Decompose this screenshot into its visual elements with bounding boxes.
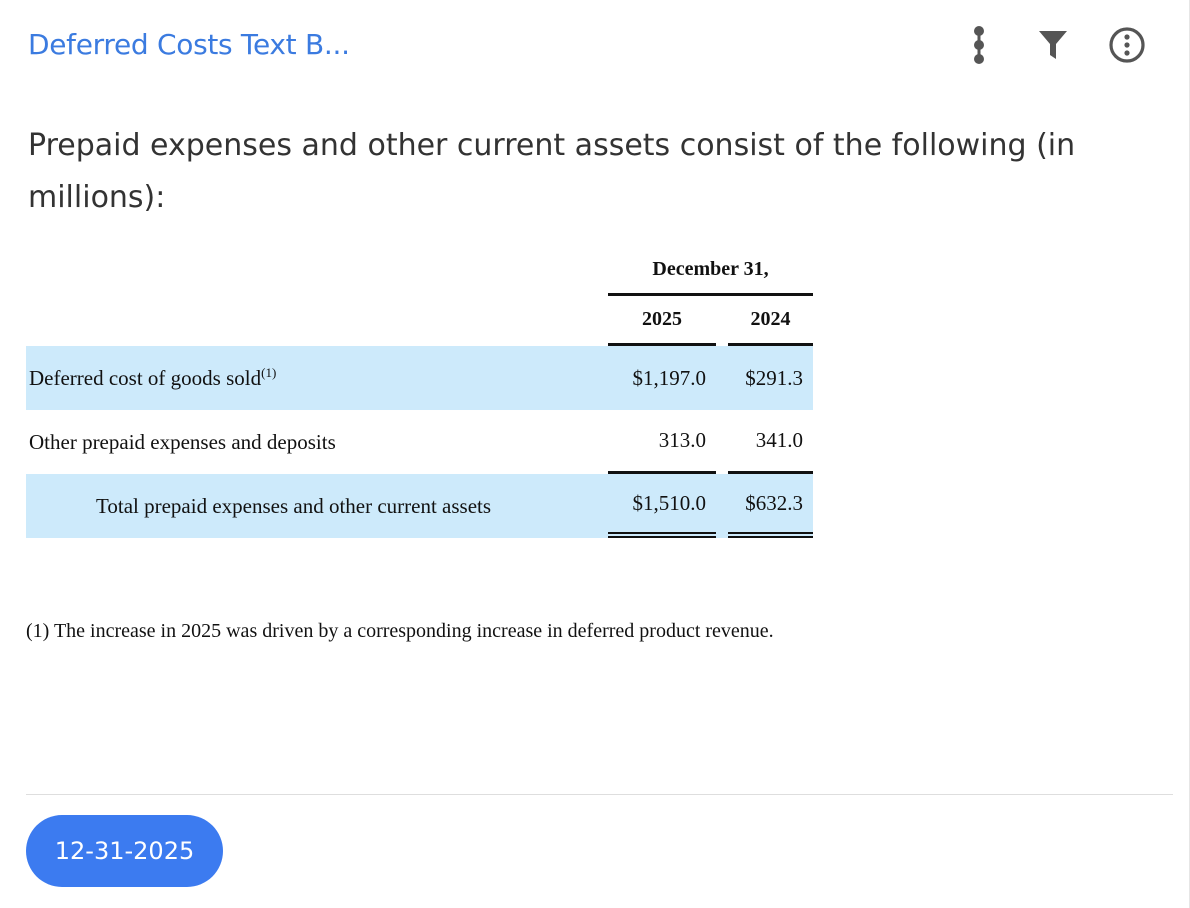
table-row: Deferred cost of goods sold(1) $1,197.0 …	[26, 346, 813, 410]
card-title[interactable]: Deferred Costs Text B...	[28, 26, 350, 64]
table-header-years: 2025 2024	[26, 296, 813, 346]
date-chip[interactable]: 12-31-2025	[26, 815, 223, 887]
year-a-header: 2025	[608, 296, 716, 346]
card-toolbar	[925, 26, 1147, 64]
intro-text: Prepaid expenses and other current asset…	[28, 128, 1076, 215]
row-label: Deferred cost of goods sold(1)	[26, 346, 608, 410]
row-value-2025: $1,197.0	[608, 346, 716, 410]
table-header-period: December 31,	[26, 246, 813, 296]
row-label: Other prepaid expenses and deposits	[29, 429, 336, 454]
prepaid-expenses-table: December 31, 2025 2024 Deferred cost of …	[26, 246, 816, 538]
filter-icon[interactable]	[1033, 26, 1073, 64]
info-icon[interactable]	[1107, 26, 1147, 64]
divider	[26, 794, 1173, 795]
table-row: Other prepaid expenses and deposits 313.…	[26, 410, 813, 474]
more-vertical-icon[interactable]	[959, 26, 999, 64]
text-block-card: Deferred Costs Text B... Prepaid expense…	[0, 0, 1190, 908]
row-value-2024: $632.3	[728, 474, 813, 538]
table-row-total: Total prepaid expenses and other current…	[26, 474, 813, 538]
row-value-2024: 341.0	[728, 410, 813, 474]
row-value-2024: $291.3	[728, 346, 813, 410]
period-header: December 31,	[608, 246, 813, 296]
year-b-header: 2024	[728, 296, 813, 346]
row-value-2025: 313.0	[608, 410, 716, 474]
footnote-text: (1) The increase in 2025 was driven by a…	[26, 620, 774, 642]
footnote-ref: (1)	[261, 365, 277, 380]
card-header: Deferred Costs Text B...	[28, 26, 1161, 66]
row-label: Total prepaid expenses and other current…	[26, 474, 608, 538]
row-value-2025: $1,510.0	[608, 474, 716, 538]
